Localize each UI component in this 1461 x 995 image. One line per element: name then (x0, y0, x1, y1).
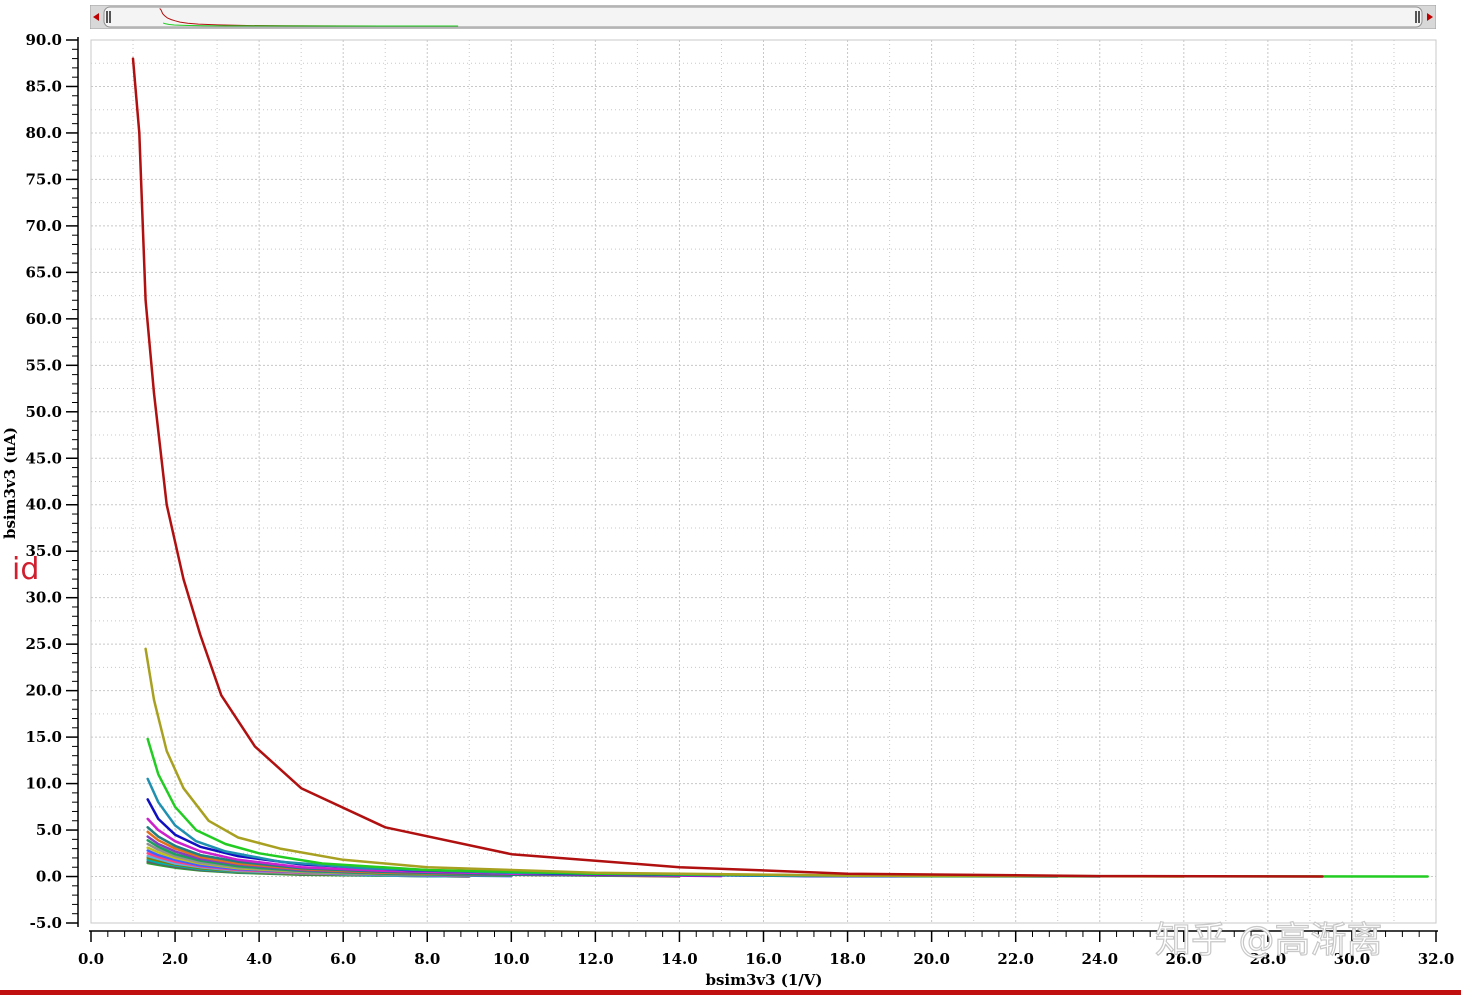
x-tick-label: 28.0 (1250, 950, 1287, 968)
y-tick-label: 5.0 (36, 821, 62, 839)
traces[interactable] (131, 57, 1429, 878)
waveform-plot: -5.00.05.010.015.020.025.030.035.040.045… (0, 31, 1461, 995)
x-tick-label: 14.0 (661, 950, 698, 968)
y-tick-label: 0.0 (36, 868, 62, 886)
y-tick-label: 65.0 (25, 263, 62, 281)
trace-line[interactable] (146, 737, 1429, 878)
x-tick-label: 10.0 (493, 950, 530, 968)
y-tick-label: 15.0 (25, 728, 62, 746)
x-tick-label: 18.0 (829, 950, 866, 968)
trace-line[interactable] (144, 647, 1186, 878)
y-tick-label: 25.0 (25, 635, 62, 653)
y-tick-label: 10.0 (25, 775, 62, 793)
axes (66, 37, 1438, 942)
y-tick-label: -5.0 (30, 914, 62, 932)
x-tick-label: 8.0 (414, 950, 440, 968)
y-tick-label: 60.0 (25, 310, 62, 328)
y-tick-label: 85.0 (25, 77, 62, 95)
trace-label[interactable]: id (12, 552, 39, 587)
watermark: 知乎 @高渐离 (1155, 920, 1382, 961)
x-tick-label: 30.0 (1334, 950, 1371, 968)
x-tick-label: 26.0 (1166, 950, 1203, 968)
x-tick-label: 6.0 (330, 950, 356, 968)
y-tick-label: 55.0 (25, 356, 62, 374)
x-tick-label: 12.0 (577, 950, 614, 968)
y-tick-label: 45.0 (25, 449, 62, 467)
y-tick-label: 50.0 (25, 403, 62, 421)
x-axis-title: bsim3v3 (1/V) (705, 971, 822, 989)
x-tick-label: 4.0 (246, 950, 272, 968)
x-tick-label: 20.0 (913, 950, 950, 968)
y-axis-title: bsim3v3 (uA) (1, 427, 19, 539)
y-tick-label: 20.0 (25, 682, 62, 700)
x-tick-label: 22.0 (997, 950, 1034, 968)
y-tick-label: 70.0 (25, 217, 62, 235)
tick-labels: -5.00.05.010.015.020.025.030.035.040.045… (25, 31, 1454, 968)
x-tick-label: 2.0 (162, 950, 188, 968)
trace-line[interactable] (131, 57, 1324, 878)
y-tick-label: 90.0 (25, 31, 62, 49)
y-tick-label: 40.0 (25, 496, 62, 514)
grid (90, 39, 1437, 924)
y-tick-label: 30.0 (25, 589, 62, 607)
x-tick-label: 0.0 (78, 950, 104, 968)
x-tick-label: 16.0 (745, 950, 782, 968)
x-tick-label: 24.0 (1081, 950, 1118, 968)
scrollbar-thumb[interactable] (103, 6, 1423, 28)
plot-frame (90, 39, 1437, 924)
y-tick-label: 80.0 (25, 124, 62, 142)
overview-scrollbar[interactable] (90, 5, 1436, 29)
bottom-border (0, 990, 1461, 995)
y-tick-label: 75.0 (25, 170, 62, 188)
x-tick-label: 32.0 (1418, 950, 1455, 968)
